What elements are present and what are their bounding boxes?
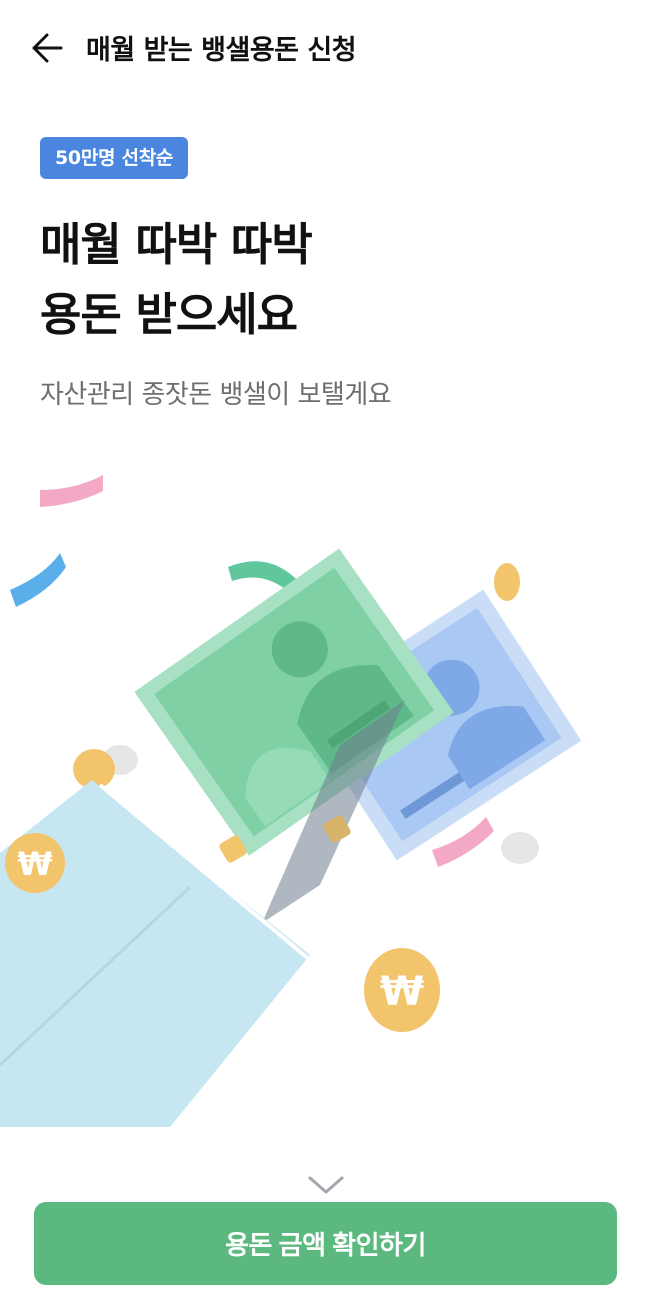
money-envelope-illustration: ₩ ₩ [0, 475, 582, 1127]
check-allowance-button[interactable]: 용돈 금액 확인하기 [34, 1202, 617, 1285]
arrow-left-icon [32, 33, 63, 63]
coin-small-top [494, 563, 520, 601]
grey-dot-2 [501, 832, 539, 864]
confetti-pink [40, 475, 103, 507]
page-title: 매월 받는 뱅샐용돈 신청 [86, 35, 357, 66]
hero-subtitle: 자산관리 종잣돈 뱅샐이 보탤게요 [40, 380, 392, 410]
back-button[interactable] [26, 26, 70, 70]
coin-won-left: ₩ [5, 833, 65, 893]
page: 매월 받는 뱅샐용돈 신청 50만명 선착순 매월 따박 따박 용돈 받으세요 … [0, 0, 650, 1306]
coin-symbol-left: ₩ [17, 845, 52, 883]
hero-title-line-1: 매월 따박 따박 [40, 218, 313, 271]
coin-won-right: ₩ [364, 948, 440, 1032]
confetti-blue [10, 553, 66, 607]
app-header: 매월 받는 뱅샐용돈 신청 [0, 0, 650, 92]
coin-symbol-right: ₩ [380, 969, 424, 1015]
hero-title-line-2: 용돈 받으세요 [40, 288, 298, 341]
promo-badge: 50만명 선착순 [40, 137, 189, 179]
hero-title: 매월 따박 따박 용돈 받으세요 [40, 210, 313, 350]
scroll-down-hint[interactable] [306, 1172, 346, 1198]
chevron-down-icon [308, 1176, 344, 1194]
